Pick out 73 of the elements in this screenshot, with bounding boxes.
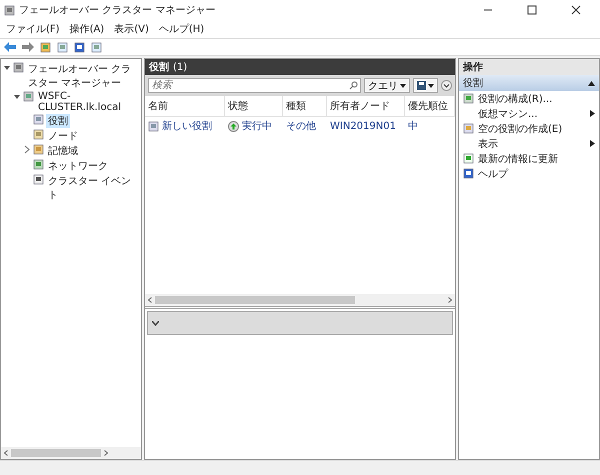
- column-header[interactable]: 優先順位: [405, 96, 455, 117]
- action-link[interactable]: 空の役割の作成(E): [478, 122, 595, 136]
- menu-item[interactable]: 表示(V): [114, 22, 149, 36]
- maximize-icon: [527, 5, 537, 15]
- section-header[interactable]: 役割: [459, 75, 599, 91]
- column-header[interactable]: 名前: [145, 96, 225, 117]
- table-cell-text: 新しい役割: [162, 120, 212, 133]
- events-icon: [33, 174, 44, 185]
- submenu-arrow-icon: [590, 110, 595, 117]
- menu-item[interactable]: 操作(A): [70, 22, 104, 36]
- query-button[interactable]: クエリ: [364, 78, 410, 93]
- help-icon: [74, 42, 85, 52]
- scroll-left-icon[interactable]: [4, 450, 8, 456]
- empty-role-icon: [463, 123, 474, 134]
- action-link[interactable]: 最新の情報に更新: [478, 152, 595, 166]
- tree-item[interactable]: フェールオーバー クラスター マネージャー: [26, 62, 139, 90]
- network-icon: [33, 159, 44, 170]
- storage-icon: [33, 144, 44, 155]
- caret-icon: [428, 84, 434, 88]
- table-cell-text: 中: [408, 120, 418, 133]
- pane-icon: [57, 42, 68, 52]
- back-icon[interactable]: [4, 42, 16, 52]
- forward-icon[interactable]: [22, 42, 34, 52]
- pane-title: 役割: [149, 60, 169, 74]
- tree-item[interactable]: ネットワーク: [46, 159, 110, 173]
- expand-icon[interactable]: [441, 80, 452, 91]
- role-icon: [148, 120, 159, 132]
- scrollbar[interactable]: [145, 294, 455, 306]
- pane-icon: [91, 42, 102, 52]
- tree-item[interactable]: WSFC-CLUSTER.lk.local: [36, 91, 139, 113]
- tree-item[interactable]: 役割: [46, 114, 70, 128]
- action-link[interactable]: ヘルプ: [478, 166, 595, 180]
- table-cell-text: 実行中: [242, 120, 272, 133]
- action-link[interactable]: 役割の構成(R)...: [478, 92, 595, 106]
- action-link[interactable]: 表示: [478, 136, 586, 150]
- close-icon: [571, 5, 581, 15]
- app-icon: [4, 4, 15, 16]
- pane-title: 操作: [463, 60, 483, 74]
- expander-icon[interactable]: [23, 144, 31, 155]
- running-icon: [228, 120, 239, 132]
- folder-up-icon: [40, 42, 51, 52]
- item-count: (1): [173, 62, 188, 72]
- tree-item[interactable]: 記憶域: [46, 144, 80, 158]
- column-header[interactable]: 所有者ノード: [327, 96, 405, 117]
- scrollbar[interactable]: [1, 447, 141, 459]
- scroll-right-icon[interactable]: [448, 297, 452, 303]
- menu-item[interactable]: ヘルプ(H): [158, 22, 204, 36]
- search-icon: [349, 81, 358, 90]
- cluster-icon: [23, 91, 34, 102]
- action-link[interactable]: 仮想マシン...: [478, 106, 586, 120]
- menu-item[interactable]: ファイル(F): [6, 22, 60, 36]
- save-button[interactable]: [413, 78, 438, 93]
- caret-icon: [400, 84, 406, 88]
- submenu-arrow-icon: [590, 140, 595, 147]
- refresh-icon: [463, 153, 474, 164]
- table-cell-text: その他: [286, 120, 316, 133]
- section-title: 役割: [463, 76, 483, 90]
- configure-icon: [463, 93, 474, 104]
- help-icon: [463, 168, 474, 179]
- nodes-icon: [33, 129, 44, 140]
- server-icon: [13, 62, 24, 73]
- collapse-icon[interactable]: [588, 80, 595, 86]
- search-field[interactable]: 検索: [148, 78, 361, 93]
- scroll-left-icon[interactable]: [148, 297, 152, 303]
- tree-item[interactable]: クラスター イベント: [46, 174, 139, 202]
- table-cell: WIN2019N01: [330, 120, 396, 132]
- column-header[interactable]: 種類: [283, 96, 327, 117]
- chevron-down-icon[interactable]: [152, 320, 159, 326]
- tree-item[interactable]: ノード: [46, 129, 80, 143]
- scroll-right-icon[interactable]: [104, 450, 108, 456]
- roles-icon: [33, 114, 44, 125]
- window-title: フェールオーバー クラスター マネージャー: [19, 4, 216, 17]
- column-header[interactable]: 状態: [225, 96, 283, 117]
